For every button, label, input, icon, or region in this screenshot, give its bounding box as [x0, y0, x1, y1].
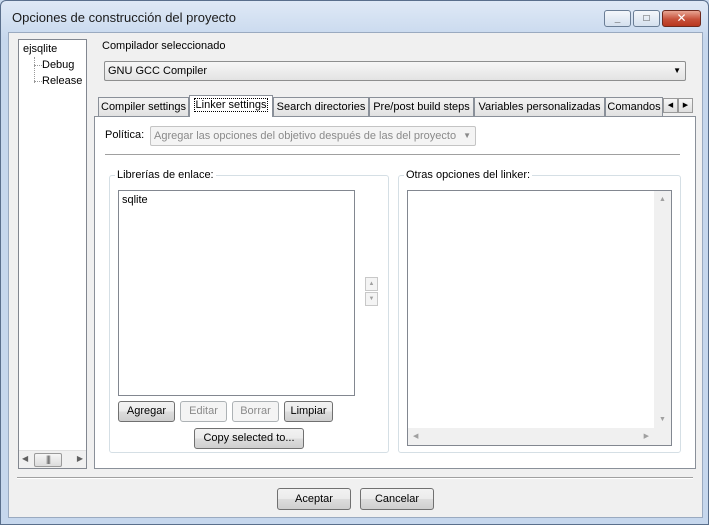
tab-label: Search directories	[276, 101, 366, 113]
tab-linker-settings[interactable]: Linker settings	[189, 95, 273, 117]
scroll-left-icon[interactable]: ◀	[413, 432, 418, 440]
compiler-select-value: GNU GCC Compiler	[108, 65, 208, 77]
policy-label: Política:	[105, 129, 145, 141]
title-bar: Opciones de construcción del proyecto _ …	[1, 1, 708, 35]
close-button[interactable]: ✕	[662, 10, 701, 27]
clear-libraries-button[interactable]: Limpiar	[284, 401, 333, 422]
copy-selected-to-button[interactable]: Copy selected to...	[194, 428, 304, 449]
scrollbar-corner	[654, 428, 671, 445]
delete-library-button[interactable]: Borrar	[232, 401, 279, 422]
scroll-right-icon: ▶	[682, 102, 689, 109]
footer-divider	[17, 477, 693, 479]
scroll-left-icon: ◀	[667, 102, 674, 109]
tab-compiler-settings[interactable]: Compiler settings	[98, 97, 189, 116]
close-icon: ✕	[676, 11, 687, 25]
tree-horizontal-scrollbar[interactable]: ◀ ||| ▶	[19, 450, 86, 468]
cancel-button[interactable]: Cancelar	[360, 488, 434, 510]
policy-select[interactable]: Agregar las opciones del objetivo despué…	[150, 126, 476, 146]
minimize-button[interactable]: _	[604, 10, 631, 27]
horizontal-scrollbar[interactable]: ◀ ▶	[408, 428, 654, 445]
link-libraries-label: Librerías de enlace:	[115, 169, 216, 181]
chevron-down-icon: ▼	[673, 66, 681, 75]
other-linker-options-group: Otras opciones del linker: ▲ ▼ ◀ ▶	[398, 169, 681, 453]
move-up-button[interactable]: ▲	[365, 277, 378, 291]
chevron-down-icon: ▼	[463, 131, 471, 140]
window-title: Opciones de construcción del proyecto	[12, 10, 237, 25]
tab-label: Linker settings	[193, 98, 269, 112]
tab-label: Compiler settings	[101, 101, 186, 113]
edit-library-button[interactable]: Editar	[180, 401, 227, 422]
dialog-client-area: ejsqlite Debug Release ◀ ||| ▶ Compilado…	[8, 32, 703, 518]
tab-label: Pre/post build steps	[373, 101, 470, 113]
tab-label: Comandos	[607, 101, 661, 113]
tree-item-debug[interactable]: Debug	[42, 59, 74, 71]
build-target-tree[interactable]: ejsqlite Debug Release ◀ ||| ▶	[18, 39, 87, 469]
policy-select-value: Agregar las opciones del objetivo despué…	[154, 130, 457, 142]
other-linker-options-label: Otras opciones del linker:	[404, 169, 533, 181]
divider	[105, 154, 680, 155]
link-libraries-list[interactable]: sqlite	[118, 190, 355, 396]
scroll-right-icon[interactable]: ▶	[644, 432, 649, 440]
tab-custom-variables[interactable]: Variables personalizadas	[474, 97, 605, 116]
link-libraries-group: Librerías de enlace: sqlite ▲ ▼ Agregar …	[109, 169, 389, 453]
compiler-select[interactable]: GNU GCC Compiler ▼	[104, 61, 686, 81]
minimize-icon: _	[614, 13, 621, 24]
maximize-icon: □	[643, 13, 650, 24]
scroll-down-icon[interactable]: ▼	[659, 416, 666, 423]
maximize-button[interactable]: □	[633, 10, 660, 27]
add-library-button[interactable]: Agregar	[118, 401, 175, 422]
scroll-up-icon[interactable]: ▲	[659, 196, 666, 203]
scroll-right-icon[interactable]: ▶	[77, 454, 83, 463]
linker-settings-panel: Política: Agregar las opciones del objet…	[94, 116, 696, 469]
tab-scroll-right-button[interactable]: ▶	[678, 98, 693, 113]
grip-icon: |||	[45, 454, 51, 464]
up-icon: ▲	[368, 281, 375, 287]
tab-commands[interactable]: Comandos	[605, 97, 663, 116]
down-icon: ▼	[368, 296, 375, 302]
compiler-label: Compilador seleccionado	[102, 40, 226, 52]
tab-label: Variables personalizadas	[478, 101, 601, 113]
tree-item-release[interactable]: Release	[42, 75, 82, 87]
tree-connector	[34, 57, 35, 83]
tab-scroll-left-button[interactable]: ◀	[663, 98, 678, 113]
accept-button[interactable]: Aceptar	[277, 488, 351, 510]
tab-search-directories[interactable]: Search directories	[273, 97, 369, 116]
tree-item-project[interactable]: ejsqlite	[23, 43, 58, 55]
other-linker-options-textarea[interactable]: ▲ ▼ ◀ ▶	[407, 190, 672, 446]
list-item[interactable]: sqlite	[122, 194, 148, 206]
dialog-window: Opciones de construcción del proyecto _ …	[0, 0, 709, 525]
tab-pre-post-build-steps[interactable]: Pre/post build steps	[369, 97, 474, 116]
scroll-left-icon[interactable]: ◀	[22, 454, 28, 463]
move-down-button[interactable]: ▼	[365, 292, 378, 306]
vertical-scrollbar[interactable]: ▲ ▼	[654, 191, 671, 428]
scroll-thumb[interactable]: |||	[34, 453, 62, 467]
